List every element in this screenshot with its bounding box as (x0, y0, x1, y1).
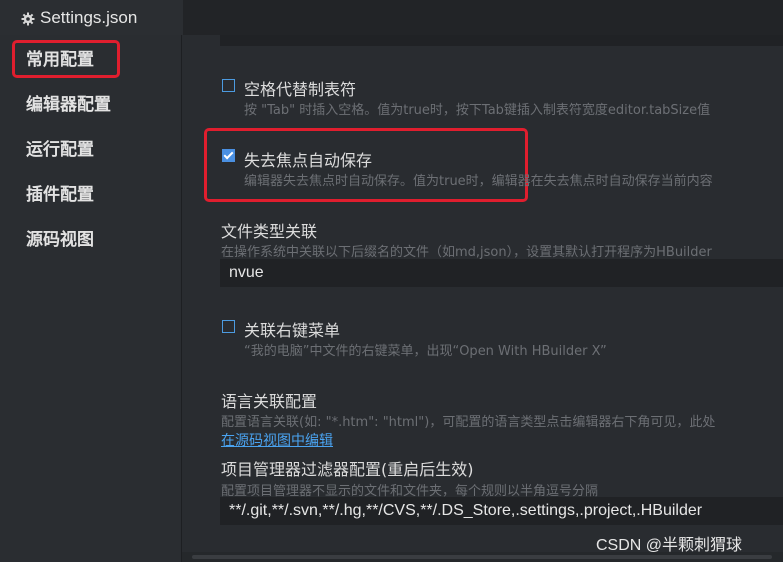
language-association-description: 配置语言关联(如: "*.htm": "html")，可配置的语言类型点击编辑器… (221, 415, 716, 430)
context-menu-title: 关联右键菜单 (244, 321, 341, 340)
tab-title: Settings.json (40, 7, 138, 27)
tab-settings-json[interactable]: Settings.json (0, 0, 183, 35)
top-setting-input[interactable] (220, 35, 783, 46)
sidebar-item-common[interactable]: 常用配置 (26, 45, 94, 75)
file-association-description: 在操作系统中关联以下后缀名的文件（如md,json），设置其默认打开程序为HBu… (221, 245, 712, 260)
language-association-title: 语言关联配置 (221, 392, 318, 411)
auto-save-description: 编辑器失去焦点时自动保存。值为true时，编辑器在失去焦点时自动保存当前内容 (244, 174, 713, 189)
spaces-for-tabs-checkbox[interactable] (222, 79, 235, 92)
auto-save-title: 失去焦点自动保存 (244, 151, 373, 170)
project-filter-input[interactable]: **/.git,**/.svn,**/.hg,**/CVS,**/.DS_Sto… (220, 497, 783, 525)
context-menu-description: “我的电脑”中文件的右键菜单，出现“Open With HBuilder X” (244, 344, 607, 359)
spaces-for-tabs-title: 空格代替制表符 (244, 80, 357, 99)
sidebar-item-run[interactable]: 运行配置 (26, 135, 94, 165)
horizontal-scrollbar-thumb[interactable] (192, 555, 772, 559)
auto-save-checkbox[interactable] (222, 149, 235, 162)
gear-icon (21, 11, 35, 25)
sidebar-item-plugins[interactable]: 插件配置 (26, 180, 94, 210)
file-association-input[interactable]: nvue (220, 259, 783, 287)
file-association-title: 文件类型关联 (221, 222, 318, 241)
tab-bar: Settings.json (0, 0, 783, 35)
spaces-for-tabs-description: 按 "Tab" 时插入空格。值为true时，按下Tab键插入制表符宽度edito… (244, 103, 711, 118)
sidebar-item-editor[interactable]: 编辑器配置 (26, 90, 111, 120)
project-filter-title: 项目管理器过滤器配置(重启后生效) (221, 460, 474, 479)
edit-in-source-view-link[interactable]: 在源码视图中编辑 (221, 430, 333, 450)
csdn-watermark: CSDN @半颗刺猬球 (596, 537, 743, 554)
context-menu-checkbox[interactable] (222, 320, 235, 333)
sidebar-item-source-view[interactable]: 源码视图 (26, 225, 94, 255)
